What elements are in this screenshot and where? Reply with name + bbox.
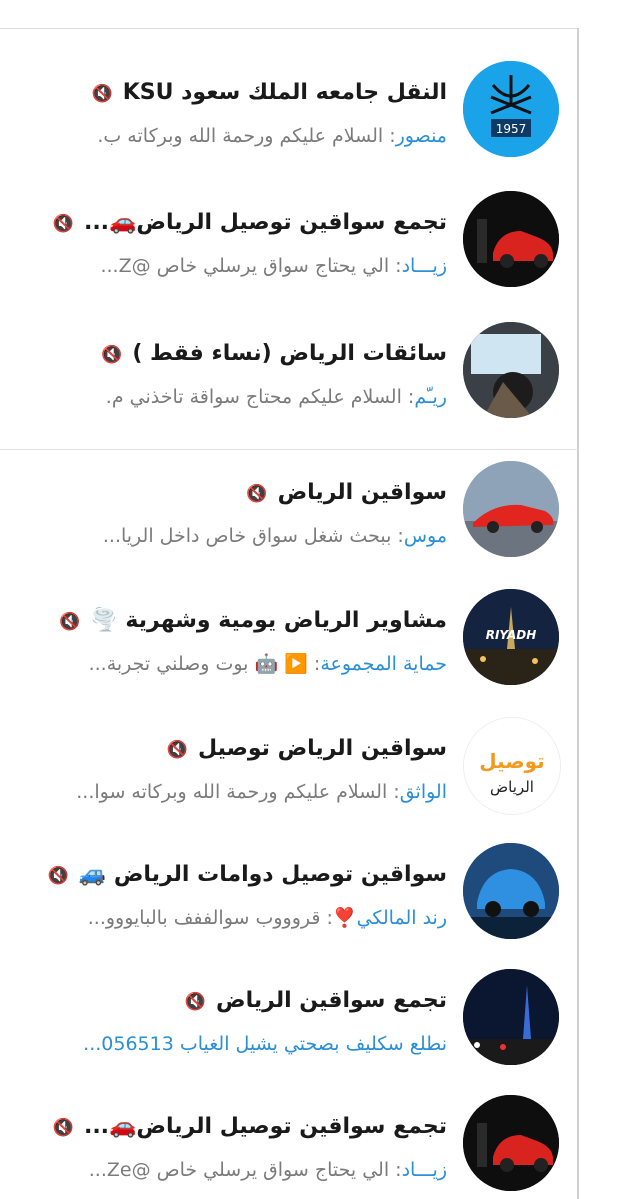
muted-bell-icon: 🔇	[166, 740, 188, 760]
chat-title-text: النقل جامعه الملك سعود KSU	[122, 80, 447, 105]
sender-name: الواثق	[399, 781, 447, 803]
chat-title: سائقات الرياض (نساء فقط ) 🔇	[7, 336, 447, 372]
chat-title-text: تجمع سواقين توصيل الرياض🚗...	[83, 210, 447, 235]
muted-bell-icon: 🔇	[47, 866, 69, 886]
chat-preview: رند المالكي❣️: قروووب سوالففف بالبايووو.…	[87, 907, 447, 929]
chat-title-text: تجمع سواقين توصيل الرياض🚗...	[83, 1114, 447, 1139]
avatar-year: 1957	[496, 122, 527, 136]
chat-title-text: سواقين الرياض	[277, 480, 447, 505]
chat-preview: الواثق: السلام عليكم ورحمة الله وبركاته …	[76, 781, 447, 803]
sender-name: زيـــاد	[401, 255, 447, 277]
avatar	[463, 843, 559, 939]
panel-border	[577, 28, 579, 1199]
sender-name: ريـّم	[414, 386, 447, 408]
muted-bell-icon: 🔇	[52, 214, 74, 234]
avatar	[463, 1095, 559, 1191]
preview-text: السلام عليكم محتاج سواقة تاخذني م.	[105, 386, 402, 408]
chat-preview: موس: ببحث شغل سواق خاص داخل الريا...	[102, 525, 447, 547]
svg-text:الرياض: الرياض	[490, 778, 534, 796]
muted-bell-icon: 🔇	[91, 84, 113, 104]
chat-title: سواقين الرياض 🔇	[7, 475, 447, 511]
chat-title: تجمع سواقين توصيل الرياض🚗... 🔇	[7, 1109, 447, 1145]
avatar	[463, 322, 559, 418]
preview-text: ببحث شغل سواق خاص داخل الريا...	[102, 525, 392, 547]
chat-item[interactable]: 1957 النقل جامعه الملك سعود KSU 🔇 منصور: …	[0, 61, 577, 173]
chat-item[interactable]: سواقين الرياض 🔇 موس: ببحث شغل سواق خاص دا…	[0, 461, 577, 573]
chat-title: النقل جامعه الملك سعود KSU 🔇	[7, 75, 447, 111]
sender-name: منصور	[395, 125, 447, 147]
chat-item[interactable]: تجمع سواقين توصيل الرياض🚗... 🔇 زيـــاد: ا…	[0, 191, 577, 303]
sender-name: رند المالكي❣️	[332, 907, 447, 929]
avatar: توصيل الرياض	[463, 717, 561, 815]
preview-text: الي يحتاج سواق يرسلي خاص @Z...	[100, 255, 390, 277]
chat-item[interactable]: سواقين توصيل دوامات الرياض 🚙 🔇 رند المالك…	[0, 843, 577, 955]
preview-text: قروووب سوالففف بالبايووو...	[87, 907, 321, 929]
muted-bell-icon: 🔇	[246, 484, 268, 504]
chat-list[interactable]: 1957 النقل جامعه الملك سعود KSU 🔇 منصور: …	[0, 28, 577, 1199]
preview-text: الي يحتاج سواق يرسلي خاص @Ze...	[88, 1159, 390, 1181]
preview-text: نطلع سكليف بصحتي يشيل الغياب 056513...	[83, 1033, 447, 1055]
chat-title: مشاوير الرياض يومية وشهرية 🌪️ 🔇	[7, 603, 447, 639]
sender-name: زيـــاد	[401, 1159, 447, 1181]
chat-title-text: سائقات الرياض (نساء فقط )	[132, 341, 447, 366]
preview-text: السلام عليكم ورحمة الله وبركاته سوا...	[76, 781, 388, 803]
chat-title: تجمع سواقين الرياض 🔇	[7, 983, 447, 1019]
chat-preview: زيـــاد: الي يحتاج سواق يرسلي خاص @Z...	[100, 255, 447, 277]
chat-title-text: تجمع سواقين الرياض	[216, 988, 447, 1013]
chat-preview: زيـــاد: الي يحتاج سواق يرسلي خاص @Ze...	[88, 1159, 447, 1181]
sender-name: موس	[403, 525, 447, 547]
avatar	[463, 969, 559, 1065]
preview-text: ▶️ 🤖 بوت وصلني تجربة...	[88, 653, 308, 675]
sender-name: حماية المجموعة	[320, 653, 447, 675]
chat-preview: نطلع سكليف بصحتي يشيل الغياب 056513...	[0, 1029, 447, 1059]
chat-title: تجمع سواقين توصيل الرياض🚗... 🔇	[7, 205, 447, 241]
avatar-label: RIYADH	[486, 628, 537, 642]
avatar	[463, 461, 559, 557]
avatar	[463, 191, 559, 287]
chat-item[interactable]: RIYADH مشاوير الرياض يومية وشهرية 🌪️ 🔇 حم…	[0, 589, 577, 701]
avatar: 1957	[463, 61, 559, 157]
chat-item[interactable]: تجمع سواقين توصيل الرياض🚗... 🔇 زيـــاد: ا…	[0, 1095, 577, 1199]
chat-title: سواقين توصيل دوامات الرياض 🚙 🔇	[7, 857, 447, 893]
avatar: RIYADH	[463, 589, 559, 685]
chat-title: سواقين الرياض توصيل 🔇	[7, 731, 447, 767]
svg-text:توصيل: توصيل	[479, 749, 544, 773]
chat-item[interactable]: سائقات الرياض (نساء فقط ) 🔇 ريـّم: السلام…	[0, 322, 577, 434]
chat-title-text: سواقين توصيل دوامات الرياض 🚙	[78, 862, 447, 887]
preview-text: السلام عليكم ورحمة الله وبركاته ب.	[97, 125, 384, 147]
chat-preview: حماية المجموعة: ▶️ 🤖 بوت وصلني تجربة...	[88, 653, 447, 675]
muted-bell-icon: 🔇	[184, 992, 207, 1012]
chat-preview: منصور: السلام عليكم ورحمة الله وبركاته ب…	[97, 125, 447, 147]
muted-bell-icon: 🔇	[101, 345, 123, 365]
muted-bell-icon: 🔇	[52, 1118, 74, 1138]
chat-preview: ريـّم: السلام عليكم محتاج سواقة تاخذني م…	[105, 386, 447, 408]
muted-bell-icon: 🔇	[59, 612, 81, 632]
chat-title-text: مشاوير الرياض يومية وشهرية 🌪️	[90, 608, 447, 633]
chat-item[interactable]: توصيل الرياض سواقين الرياض توصيل 🔇 الواثق…	[0, 717, 577, 829]
chat-item[interactable]: تجمع سواقين الرياض 🔇 نطلع سكليف بصحتي يشي…	[0, 969, 577, 1081]
chat-title-text: سواقين الرياض توصيل	[197, 736, 447, 761]
